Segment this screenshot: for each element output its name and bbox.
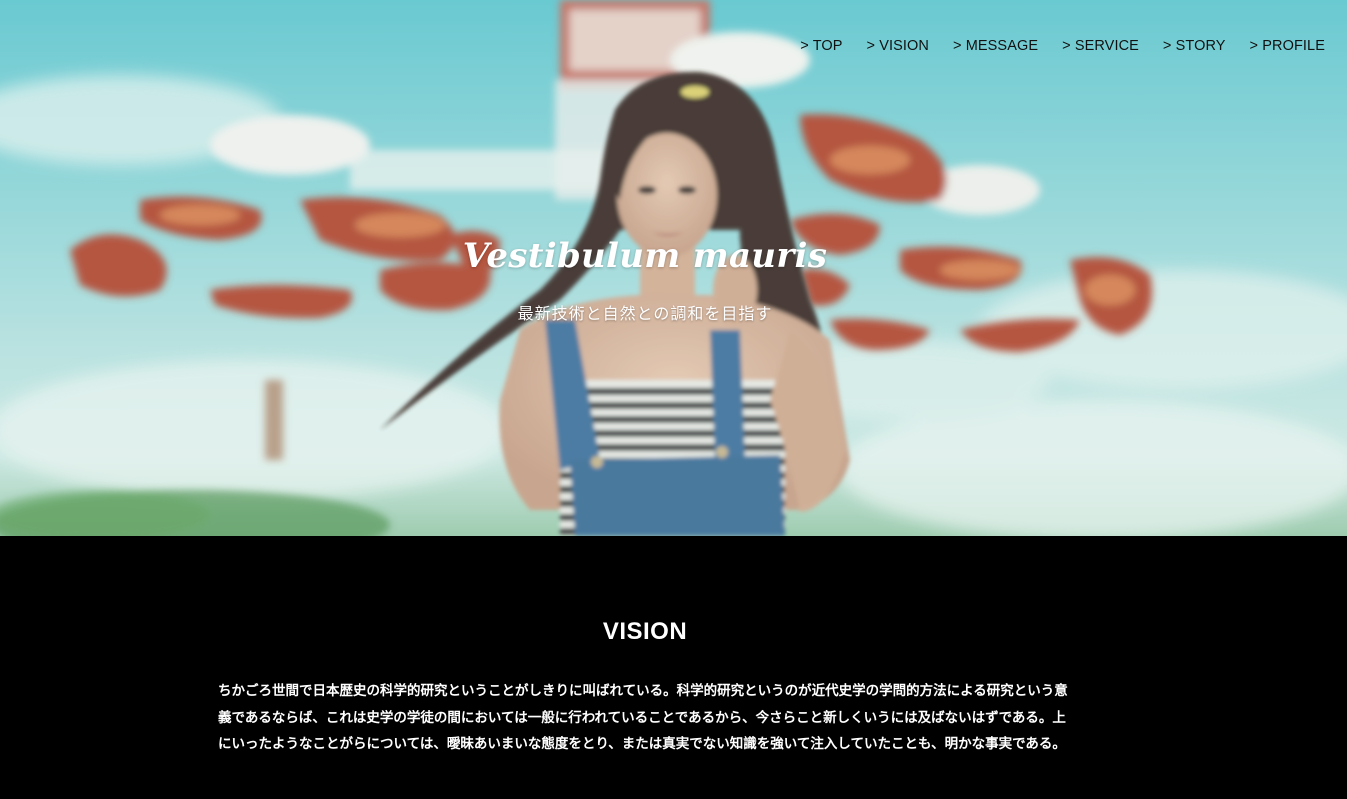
nav-service-link[interactable]: > SERVICE	[1062, 38, 1139, 54]
nav-profile-link[interactable]: > PROFILE	[1250, 38, 1325, 54]
vision-heading: VISION	[602, 618, 688, 645]
main-nav: > TOP > VISION > MESSAGE > SERVICE > STO…	[800, 38, 1325, 54]
hero-subtitle: 最新技術と自然との調和を目指す	[517, 304, 773, 323]
hero-section: > TOP > VISION > MESSAGE > SERVICE > STO…	[0, 0, 1347, 536]
nav-message-link[interactable]: > MESSAGE	[953, 38, 1038, 54]
nav-vision-link[interactable]: > VISION	[867, 38, 929, 54]
hero-title: Vestibulum mauris	[462, 236, 828, 276]
vision-section: VISION ちかごろ世間で日本歴史の科学的研究ということがしきりに叫ばれている…	[0, 536, 1347, 799]
vision-body-text: ちかごろ世間で日本歴史の科学的研究ということがしきりに叫ばれている。科学的研究と…	[218, 683, 1068, 752]
nav-story-link[interactable]: > STORY	[1163, 38, 1226, 54]
nav-top-link[interactable]: > TOP	[800, 38, 842, 54]
